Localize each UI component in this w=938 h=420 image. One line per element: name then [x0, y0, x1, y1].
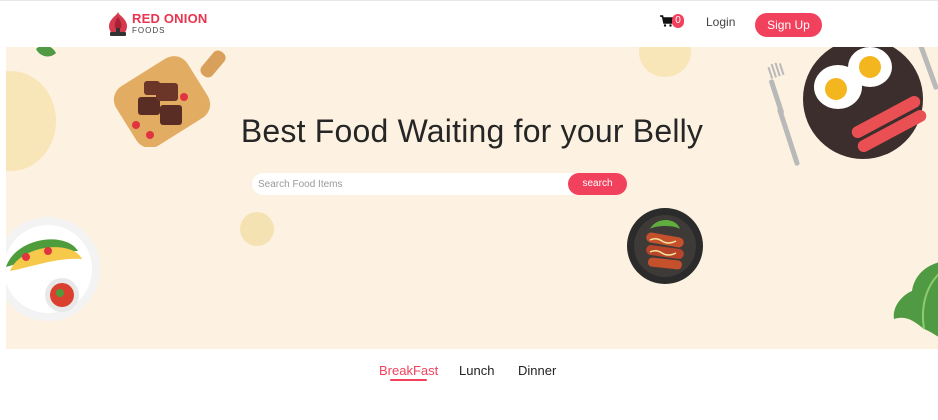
brand-subtitle: FOODS — [132, 26, 166, 35]
brand-name-onion: ONION — [163, 11, 208, 26]
search-button[interactable]: search — [568, 173, 627, 195]
decor-circle-top — [639, 47, 691, 77]
brand-logo[interactable]: RED ONION FOODS — [106, 11, 216, 39]
meal-tabs: BreakFast Lunch Dinner — [0, 360, 938, 390]
grilled-dish-icon — [627, 208, 703, 284]
cart-button[interactable]: 0 — [660, 13, 686, 33]
hero-banner: Best Food Waiting for your Belly search — [6, 47, 938, 349]
active-tab-indicator — [390, 379, 427, 381]
search-bar: search — [252, 173, 627, 195]
signup-button[interactable]: Sign Up — [755, 13, 822, 37]
tab-lunch[interactable]: Lunch — [459, 363, 494, 378]
search-input[interactable] — [252, 173, 582, 195]
brand-name-red: RED — [132, 11, 161, 26]
onion-logo-icon — [109, 12, 127, 36]
leaf-icon — [36, 47, 56, 57]
taco-plate-icon — [6, 217, 100, 321]
login-link[interactable]: Login — [706, 15, 735, 29]
hero-title: Best Food Waiting for your Belly — [240, 113, 704, 149]
decor-circle-small — [240, 212, 274, 246]
lettuce-leaf-icon — [893, 262, 938, 337]
cart-count-badge: 0 — [672, 14, 684, 28]
tab-dinner[interactable]: Dinner — [518, 363, 556, 378]
tab-breakfast[interactable]: BreakFast — [379, 363, 438, 378]
navbar: RED ONION FOODS 0 Login Sign Up — [0, 1, 938, 47]
brand-name: RED ONION — [132, 12, 208, 26]
